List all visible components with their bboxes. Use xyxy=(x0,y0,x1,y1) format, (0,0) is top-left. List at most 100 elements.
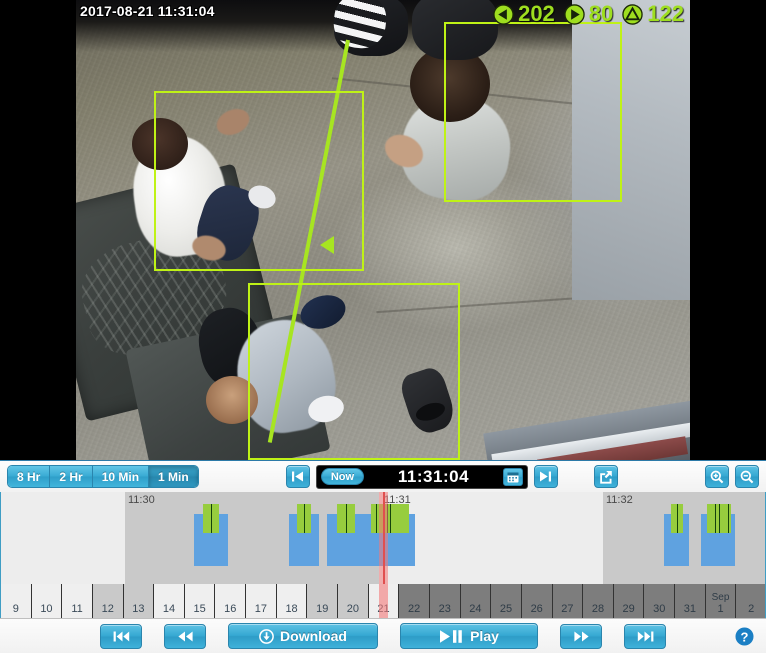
person-white-shirt xyxy=(108,100,288,280)
date-cell-day: 24 xyxy=(469,603,482,615)
range-option-2-hr[interactable]: 2 Hr xyxy=(50,466,93,487)
date-cell[interactable]: 20 xyxy=(338,584,369,618)
play-button[interactable]: Play xyxy=(400,623,538,649)
date-cell[interactable]: 21 xyxy=(369,584,400,618)
date-cell-day: 11 xyxy=(71,603,83,615)
date-cell-day: 29 xyxy=(622,603,635,615)
date-cell-day: 10 xyxy=(40,603,53,615)
date-cell[interactable]: 31 xyxy=(675,584,706,618)
date-cell-day: 20 xyxy=(346,603,359,615)
date-cell[interactable]: 26 xyxy=(521,584,553,618)
date-cell-day: 30 xyxy=(653,603,666,615)
date-cell[interactable]: 18 xyxy=(277,584,308,618)
date-cell[interactable]: 19 xyxy=(307,584,339,618)
date-cell[interactable]: 14 xyxy=(154,584,185,618)
date-cell[interactable]: 24 xyxy=(460,584,492,618)
date-cell[interactable]: 17 xyxy=(246,584,277,618)
date-cell-day: 13 xyxy=(132,603,145,615)
video-stage[interactable]: 2017-08-21 11:31:04 202 80 122 xyxy=(0,0,766,460)
date-cell-day: 14 xyxy=(162,603,176,615)
prev-event-button[interactable] xyxy=(285,465,310,488)
osd-counter-group: 202 80 122 xyxy=(493,1,684,27)
help-circle-icon[interactable]: ? xyxy=(735,627,754,646)
date-cell-day: 22 xyxy=(408,603,421,615)
date-cell-day: 28 xyxy=(591,603,605,615)
date-cell[interactable]: 30 xyxy=(644,584,676,618)
date-cell[interactable]: 22 xyxy=(399,584,430,618)
next-event-button[interactable] xyxy=(533,465,558,488)
person-top-right-partial xyxy=(412,0,502,62)
date-cell[interactable]: 9 xyxy=(1,584,32,618)
event-timeline[interactable]: 11:30 11:31 11:32 xyxy=(0,492,766,584)
scene-wall-right xyxy=(572,0,690,300)
triangle-warning-circle-icon xyxy=(622,3,643,25)
date-cell[interactable]: 12 xyxy=(92,584,124,618)
osd-counter-3: 122 xyxy=(622,1,684,27)
date-cell-day: 15 xyxy=(193,603,206,615)
export-share-button[interactable] xyxy=(593,465,618,488)
osd-counter-value: 202 xyxy=(518,1,555,26)
timeline-tick-label: 11:30 xyxy=(128,494,155,506)
current-time-display[interactable]: Now 11:31:04 xyxy=(315,464,528,489)
date-cell-day: 9 xyxy=(12,603,19,615)
osd-timestamp: 2017-08-21 11:31:04 xyxy=(80,3,215,19)
date-cell[interactable]: 10 xyxy=(32,584,63,618)
date-scale[interactable]: 9 10 11 12 13 14 15 16 17 18 19 20 21 22 23 24 25 26 27 28 2… xyxy=(0,584,766,618)
download-button[interactable]: Download xyxy=(228,623,378,649)
date-cell-day: 27 xyxy=(561,603,574,615)
download-circle-icon xyxy=(259,628,274,644)
time-value: 11:31:04 xyxy=(397,466,470,486)
playback-toolbar: 8 Hr 2 Hr 10 Min 1 Min Now 11:31:04 xyxy=(0,460,766,492)
date-cell-day: 25 xyxy=(499,603,513,615)
date-cell[interactable]: 27 xyxy=(552,584,584,618)
date-cell[interactable]: 2 xyxy=(736,584,765,618)
date-cell[interactable]: 15 xyxy=(185,584,216,618)
skip-to-start-button[interactable] xyxy=(100,623,142,649)
date-cell-day: 26 xyxy=(530,603,543,615)
date-cell[interactable]: 11 xyxy=(62,584,93,618)
range-option-1-min[interactable]: 1 Min xyxy=(149,466,198,487)
date-cell[interactable]: 16 xyxy=(215,584,247,618)
calendar-icon[interactable] xyxy=(502,467,523,486)
date-cell-day: 1 xyxy=(717,603,724,615)
zoom-out-button[interactable] xyxy=(735,465,760,488)
timeline-event-tick xyxy=(677,504,678,533)
timeline-event-tick xyxy=(346,504,347,533)
osd-counter-1: 202 xyxy=(493,1,555,27)
arrow-left-circle-icon xyxy=(493,3,514,25)
rewind-button[interactable] xyxy=(164,623,206,649)
date-cell-month: Sep xyxy=(711,592,730,603)
video-frame[interactable] xyxy=(76,0,690,460)
date-cell[interactable]: 23 xyxy=(429,584,461,618)
date-cell[interactable]: 28 xyxy=(583,584,614,618)
surveillance-playback-app: 2017-08-21 11:31:04 202 80 122 8 Hr 2 Hr 10 … xyxy=(0,0,766,653)
timeline-event-tick xyxy=(390,504,391,533)
timeline-event-tick xyxy=(728,504,729,533)
play-label: Play xyxy=(470,628,499,644)
play-pause-icon xyxy=(440,629,462,643)
timeline-event-tick xyxy=(211,504,212,533)
date-cell[interactable]: Sep 1 xyxy=(705,584,737,618)
time-range-selector[interactable]: 8 Hr 2 Hr 10 Min 1 Min xyxy=(7,465,199,488)
skip-to-end-button[interactable] xyxy=(624,623,666,649)
transport-controls: Download Play ? xyxy=(0,618,766,653)
download-label: Download xyxy=(280,628,347,644)
date-cell[interactable]: 13 xyxy=(123,584,155,618)
zoom-in-button[interactable] xyxy=(705,465,730,488)
timeline-event-tick xyxy=(376,504,377,533)
arrow-right-circle-icon xyxy=(564,3,585,25)
range-option-10-min[interactable]: 10 Min xyxy=(92,466,150,487)
date-cell-day: 19 xyxy=(316,603,329,615)
timeline-event-tick xyxy=(715,504,716,533)
date-cell[interactable]: 25 xyxy=(491,584,522,618)
now-button[interactable]: Now xyxy=(320,468,365,485)
date-cell-day: 2 xyxy=(748,603,755,615)
date-cell-day: 12 xyxy=(101,603,114,615)
date-cell-day: 31 xyxy=(683,603,697,615)
fast-forward-button[interactable] xyxy=(560,623,602,649)
range-option-8-hr[interactable]: 8 Hr xyxy=(8,466,51,487)
date-cell[interactable]: 29 xyxy=(613,584,645,618)
tripwire-direction-arrow xyxy=(320,236,334,254)
date-cell-day: 18 xyxy=(285,603,298,615)
osd-counter-value: 122 xyxy=(647,1,684,26)
